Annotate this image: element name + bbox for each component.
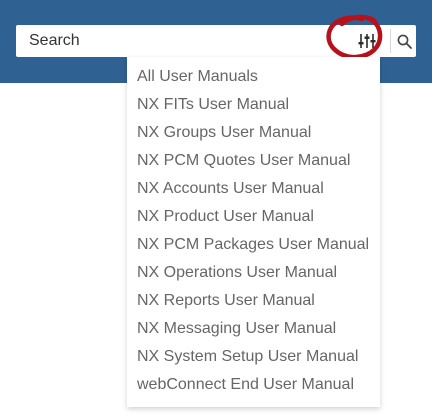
search-divider — [390, 29, 391, 53]
search-button[interactable] — [393, 25, 416, 57]
sliders-icon — [358, 34, 376, 48]
dropdown-item-nx-pcm-packages[interactable]: NX PCM Packages User Manual — [127, 231, 380, 259]
dropdown-item-nx-reports[interactable]: NX Reports User Manual — [127, 287, 380, 315]
dropdown-item-nx-groups[interactable]: NX Groups User Manual — [127, 119, 380, 147]
dropdown-item-nx-system-setup[interactable]: NX System Setup User Manual — [127, 343, 380, 371]
dropdown-item-nx-messaging[interactable]: NX Messaging User Manual — [127, 315, 380, 343]
dropdown-item-nx-operations[interactable]: NX Operations User Manual — [127, 259, 380, 287]
search-bar — [16, 25, 416, 57]
filter-button[interactable] — [346, 25, 388, 57]
dropdown-item-all-user-manuals[interactable]: All User Manuals — [127, 63, 380, 91]
dropdown-item-nx-product[interactable]: NX Product User Manual — [127, 203, 380, 231]
dropdown-item-webconnect-end[interactable]: webConnect End User Manual — [127, 371, 380, 399]
dropdown-item-nx-pcm-quotes[interactable]: NX PCM Quotes User Manual — [127, 147, 380, 175]
search-input[interactable] — [16, 25, 341, 57]
magnifier-icon — [397, 34, 412, 49]
dropdown-item-nx-fits[interactable]: NX FITs User Manual — [127, 91, 380, 119]
manual-dropdown: All User Manuals NX FITs User Manual NX … — [127, 57, 380, 407]
dropdown-item-nx-accounts[interactable]: NX Accounts User Manual — [127, 175, 380, 203]
